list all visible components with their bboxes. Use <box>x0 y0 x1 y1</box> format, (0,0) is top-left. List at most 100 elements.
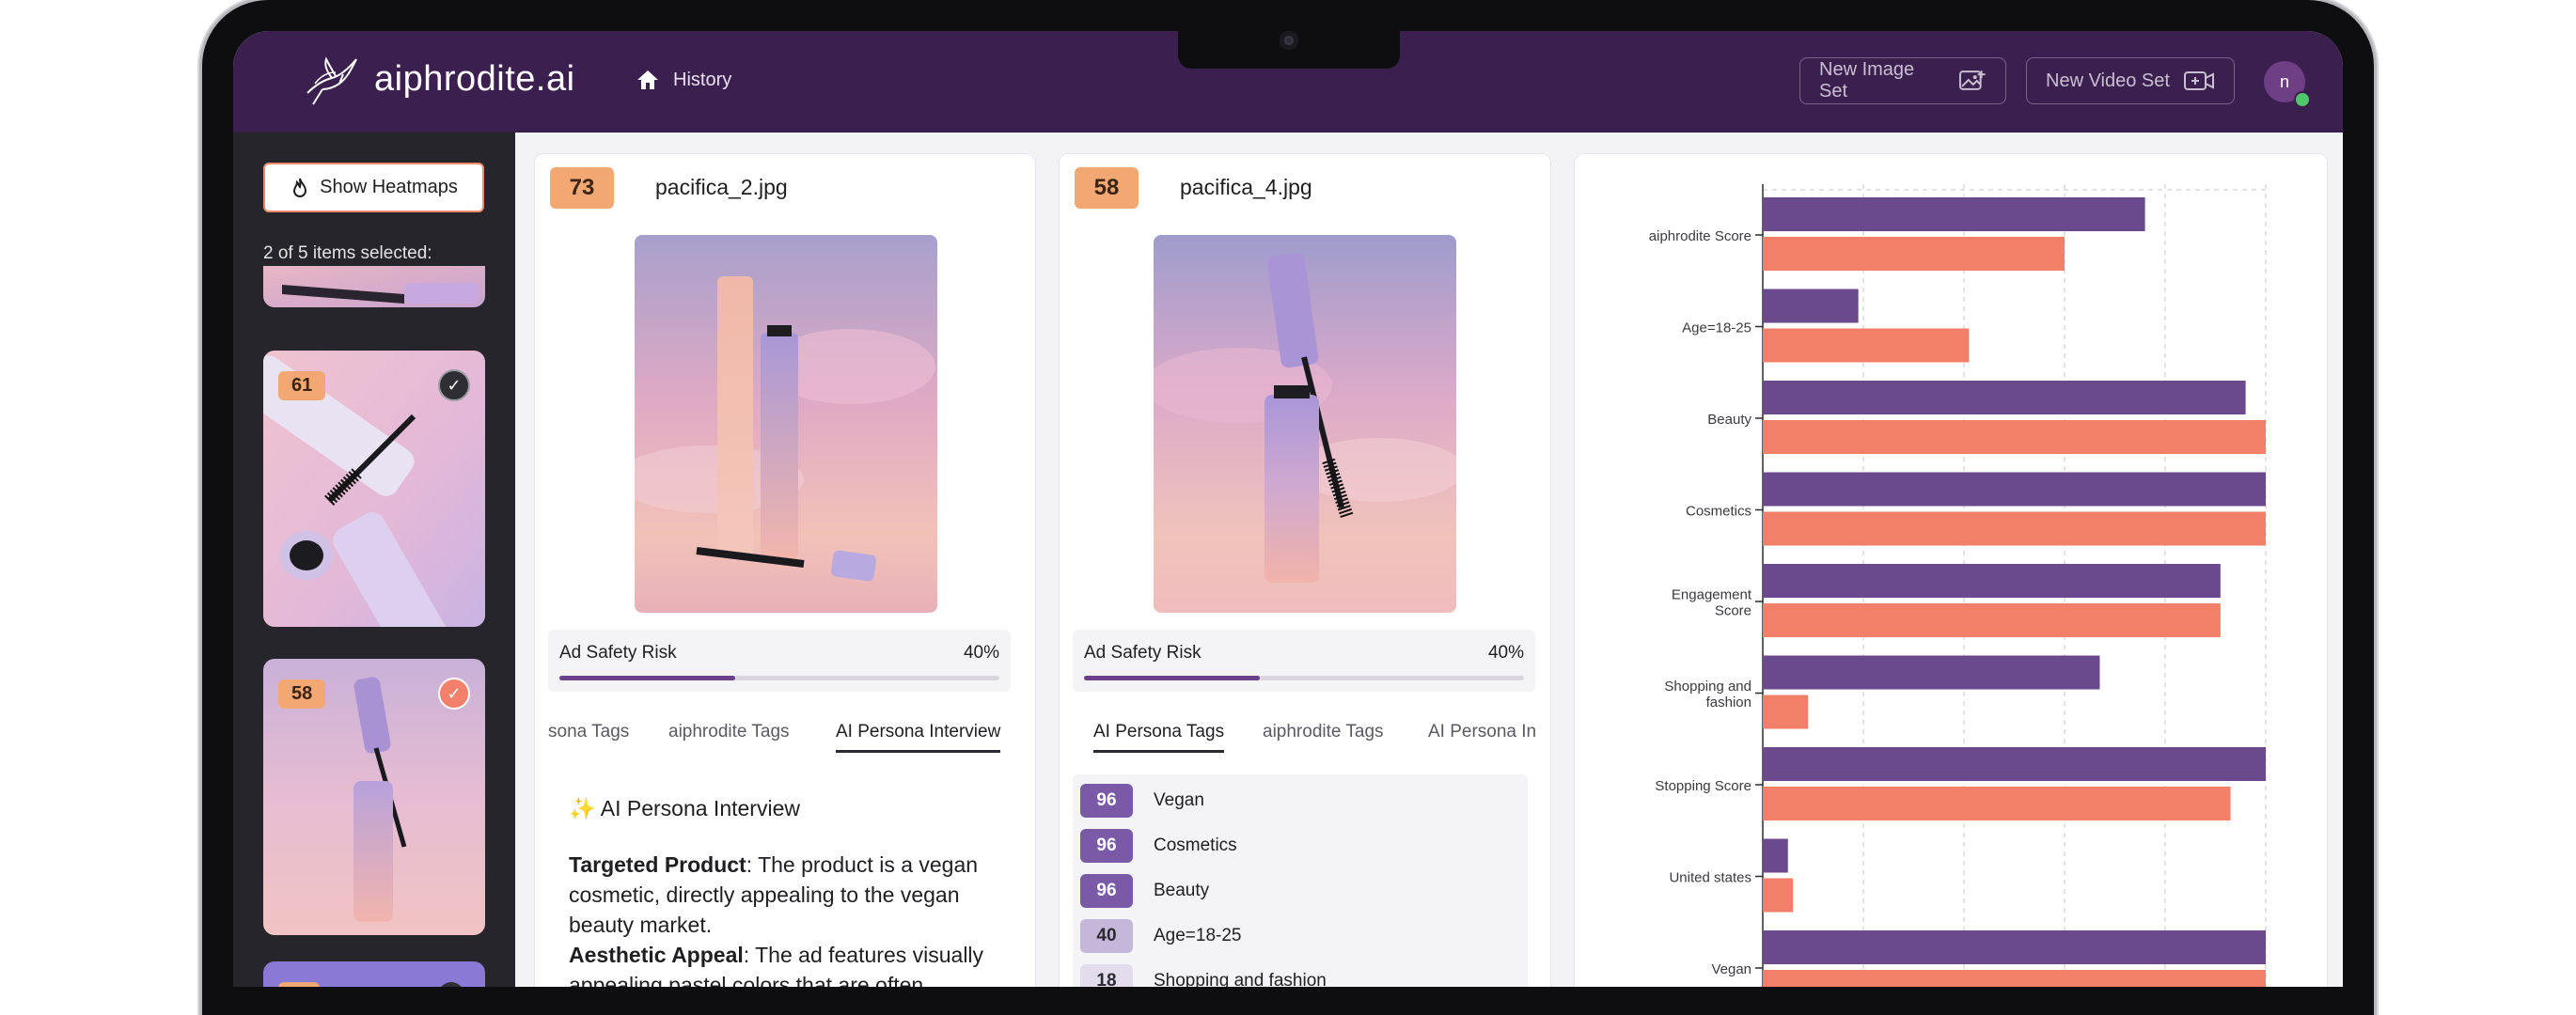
chart-bar <box>1763 878 1794 913</box>
new-image-set-label: New Image Set <box>1819 59 1915 102</box>
ad-safety-bar <box>1084 676 1524 680</box>
chart-category-label: Beauty <box>1707 412 1751 428</box>
tag-score: 18 <box>1080 964 1133 987</box>
image-card: 58 pacifica_4.jpg Ad Safety Risk 40% AI … <box>1059 153 1551 987</box>
nav-history[interactable]: History <box>636 69 731 91</box>
chart-bar <box>1763 930 2266 964</box>
online-status-indicator <box>2294 91 2311 108</box>
chart-category-label: Age=18-25 <box>1682 320 1751 336</box>
ad-safety-bar <box>559 676 999 680</box>
tag-score: 96 <box>1080 874 1133 908</box>
chart-category-label: aiphrodite Score <box>1649 228 1751 244</box>
hummingbird-logo-icon <box>306 56 357 105</box>
interview-paragraph: Aesthetic Appeal: The ad features visual… <box>569 940 1001 987</box>
selected-check-icon[interactable]: ✓ <box>438 678 470 710</box>
tab-ai-persona-tags[interactable]: sona Tags <box>548 722 629 742</box>
chart-bar <box>1763 655 2100 690</box>
brand-name[interactable]: aiphrodite.ai <box>374 59 575 100</box>
interview-heading: ✨ AI Persona Interview <box>569 796 800 820</box>
select-check-icon[interactable]: ✓ <box>438 369 470 401</box>
chart-bar <box>1763 603 2221 637</box>
comparison-bar-chart: aiphrodite Score Age=18-25 Beauty Cosmetics… <box>1649 184 2267 987</box>
chart-bar <box>1763 511 2266 546</box>
nav-history-label: History <box>673 69 732 90</box>
persona-tag-list: 96 Vegan 96 Cosmetics 96 Beauty 40 Age=1… <box>1073 774 1528 987</box>
tab-aiphrodite-tags[interactable]: aiphrodite Tags <box>1263 722 1384 742</box>
flame-icon <box>293 178 307 197</box>
tab-aiphrodite-tags[interactable]: aiphrodite Tags <box>668 722 790 742</box>
thumbnail-item[interactable]: 58 ✓ <box>263 659 485 935</box>
file-name: pacifica_4.jpg <box>1180 175 1312 199</box>
camera-icon <box>1280 31 1298 50</box>
new-video-set-button[interactable]: New Video Set <box>2026 57 2235 104</box>
chart-bar <box>1763 197 2145 231</box>
thumbnail-item[interactable] <box>263 961 485 987</box>
chart-category-label: Shopping and <box>1664 679 1751 695</box>
chart-bar <box>1763 787 2231 820</box>
image-add-icon <box>1959 70 1987 90</box>
ad-safety-bar-fill <box>559 676 736 680</box>
thumbnail-item[interactable] <box>263 266 485 307</box>
thumbnail-image <box>263 961 485 987</box>
chart-category-label: Engagement <box>1672 587 1752 603</box>
chart-bar <box>1763 420 2266 454</box>
tag-label: Beauty <box>1154 881 1210 900</box>
chart-bar <box>1763 970 2266 987</box>
tag-row: 40 Age=18-25 <box>1080 919 1242 953</box>
show-heatmaps-button[interactable]: Show Heatmaps <box>263 163 484 212</box>
tag-score: 96 <box>1080 784 1133 818</box>
video-add-icon <box>2183 71 2214 90</box>
chart-category-label: United states <box>1669 870 1751 886</box>
tag-label: Age=18-25 <box>1154 926 1242 945</box>
comparison-chart-card: aiphrodite Score Age=18-25 Beauty Cosmetics… <box>1574 153 2328 987</box>
tag-row: 96 Vegan <box>1080 784 1204 818</box>
thumbnail-score: 61 <box>278 371 326 400</box>
chart-bar <box>1763 695 1809 729</box>
new-video-set-label: New Video Set <box>2046 70 2170 91</box>
selection-count: 2 of 5 items selected: <box>263 243 432 263</box>
tag-label: Cosmetics <box>1154 835 1237 855</box>
chart-bar <box>1763 838 1788 873</box>
score-badge: 58 <box>1075 167 1139 209</box>
ad-safety-label: Ad Safety Risk <box>559 643 677 663</box>
ad-safety-bar-fill <box>1084 676 1261 680</box>
tag-row: 18 Shopping and fashion <box>1080 964 1327 987</box>
chart-category-label: Cosmetics <box>1686 504 1751 520</box>
chart-bar <box>1763 328 1970 363</box>
app-screen: aiphrodite.ai History New Image Set New … <box>233 31 2343 987</box>
product-image <box>1154 235 1456 613</box>
interview-label: Targeted Product <box>569 852 746 877</box>
tab-ai-persona-tags[interactable]: AI Persona Tags <box>1093 722 1225 753</box>
tag-label: Shopping and fashion <box>1154 971 1327 987</box>
comparison-area: 73 pacifica_2.jpg Ad Safety Risk 40% son… <box>515 133 2343 987</box>
card-tabs: sona Tags aiphrodite Tags AI Persona Int… <box>535 712 1035 759</box>
ad-safety-value: 40% <box>1487 643 1524 663</box>
chart-bar <box>1763 564 2221 598</box>
chart-category-label: Score <box>1715 603 1751 619</box>
tag-row: 96 Beauty <box>1080 874 1209 908</box>
tag-row: 96 Cosmetics <box>1080 829 1237 863</box>
interview-paragraph: Targeted Product: The product is a vegan… <box>569 850 1001 940</box>
tag-score: 40 <box>1080 919 1133 953</box>
chart-bar <box>1763 747 2266 781</box>
thumbnail-score: 58 <box>278 679 326 709</box>
chart-bar <box>1763 289 1859 323</box>
thumbnail-image <box>263 266 485 307</box>
image-card: 73 pacifica_2.jpg Ad Safety Risk 40% son… <box>534 153 1036 987</box>
image-sidebar: Show Heatmaps 2 of 5 items selected: 61 … <box>233 133 515 987</box>
card-tabs: AI Persona Tags aiphrodite Tags AI Perso… <box>1060 712 1550 759</box>
home-icon <box>637 70 658 89</box>
thumbnail-item[interactable]: 61 ✓ <box>263 351 485 627</box>
ad-safety-risk: Ad Safety Risk 40% <box>548 630 1011 692</box>
tag-score: 96 <box>1080 829 1133 863</box>
file-name: pacifica_2.jpg <box>655 175 788 199</box>
new-image-set-button[interactable]: New Image Set <box>1799 57 2006 104</box>
ad-safety-risk: Ad Safety Risk 40% <box>1073 630 1535 692</box>
tab-ai-persona-interview[interactable]: AI Persona In <box>1428 722 1536 742</box>
tab-ai-persona-interview[interactable]: AI Persona Interview <box>836 722 1001 753</box>
chart-category-label: Vegan <box>1711 961 1751 977</box>
product-image <box>635 235 937 613</box>
tag-label: Vegan <box>1154 790 1204 810</box>
chart-bar <box>1763 237 2065 271</box>
chart-category-label: fashion <box>1706 695 1751 710</box>
